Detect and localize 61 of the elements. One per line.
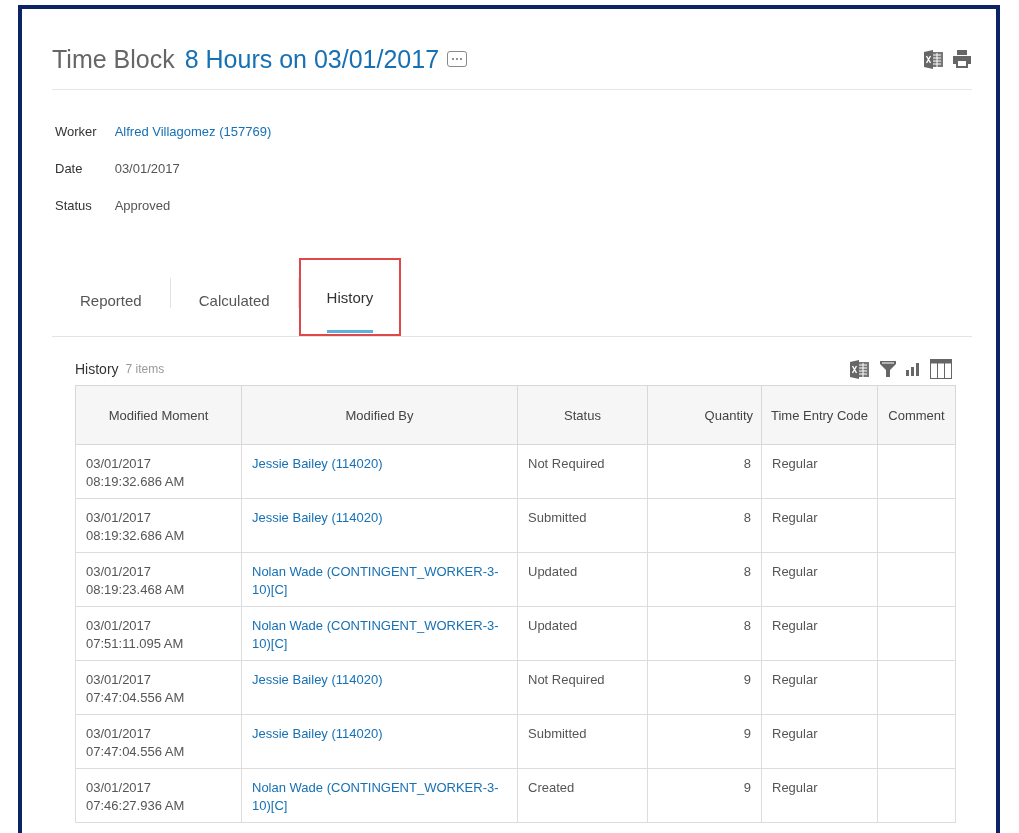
filter-icon[interactable] [880,360,896,378]
table-cell: 03/01/2017 07:51:11.095 AM [75,606,242,661]
tab[interactable]: Reported [52,264,170,336]
column-header: Comment [877,385,956,445]
table-cell: Regular [761,498,878,553]
table-cell: 03/01/2017 08:19:32.686 AM [75,498,242,553]
table-cell: 8 [647,498,762,553]
columns-icon[interactable] [930,359,952,379]
field-label: Date [55,160,84,178]
worker-link[interactable]: Alfred Villagomez (157769) [114,123,272,141]
field-label: Status [55,197,93,215]
worker-link[interactable]: Jessie Bailey (114020) [241,660,518,715]
table-cell: Regular [761,660,878,715]
worker-link[interactable]: Nolan Wade (CONTINGENT_WORKER-3-10)[C] [241,768,518,823]
table-cell: Created [517,768,648,823]
table-cell: Submitted [517,498,648,553]
page-title-prefix: Time Block [52,44,175,74]
page-title: 8 Hours on 03/01/2017 [184,44,440,74]
table-title: History [75,361,119,377]
worker-link[interactable]: Jessie Bailey (114020) [241,444,518,499]
worker-link[interactable]: Nolan Wade (CONTINGENT_WORKER-3-10)[C] [241,606,518,661]
table-cell: Updated [517,606,648,661]
bar-chart-icon[interactable] [906,362,920,376]
table-cell: Regular [761,444,878,499]
item-count: 7 items [125,362,165,376]
table-cell: 9 [647,714,762,769]
tab[interactable]: Calculated [170,264,298,336]
field-value: 03/01/2017 [114,160,180,178]
column-header: Time Entry Code [761,385,878,445]
column-header: Quantity [647,385,762,445]
field-label: Worker [55,123,97,141]
table-cell: 03/01/2017 07:47:04.556 AM [75,714,242,769]
more-actions-button[interactable]: ⋯ [447,51,468,67]
table-cell: 9 [647,660,762,715]
table-cell: 9 [647,768,762,823]
table-cell: Regular [761,606,878,661]
column-header: Modified By [241,385,518,445]
column-header: Modified Moment [75,385,242,445]
table-cell: Regular [761,714,878,769]
table-cell: 03/01/2017 08:19:32.686 AM [75,444,242,499]
worker-link[interactable]: Jessie Bailey (114020) [241,498,518,553]
table-cell: Not Required [517,660,648,715]
table-cell: 03/01/2017 07:46:27.936 AM [75,768,242,823]
tab[interactable]: History [298,258,402,336]
table-cell: Not Required [517,444,648,499]
table-cell: 8 [647,552,762,607]
worker-link[interactable]: Jessie Bailey (114020) [241,714,518,769]
table-cell: Regular [761,768,878,823]
table-cell: Submitted [517,714,648,769]
field-value: Approved [114,197,171,215]
excel-export-icon[interactable] [850,359,870,379]
table-cell: Updated [517,552,648,607]
worker-link[interactable]: Nolan Wade (CONTINGENT_WORKER-3-10)[C] [241,552,518,607]
excel-export-icon[interactable] [924,49,944,69]
column-header: Status [517,385,648,445]
table-cell: Regular [761,552,878,607]
table-cell: 03/01/2017 08:19:23.468 AM [75,552,242,607]
table-cell: 03/01/2017 07:47:04.556 AM [75,660,242,715]
print-icon[interactable] [952,49,972,69]
table-cell: 8 [647,444,762,499]
table-cell: 8 [647,606,762,661]
